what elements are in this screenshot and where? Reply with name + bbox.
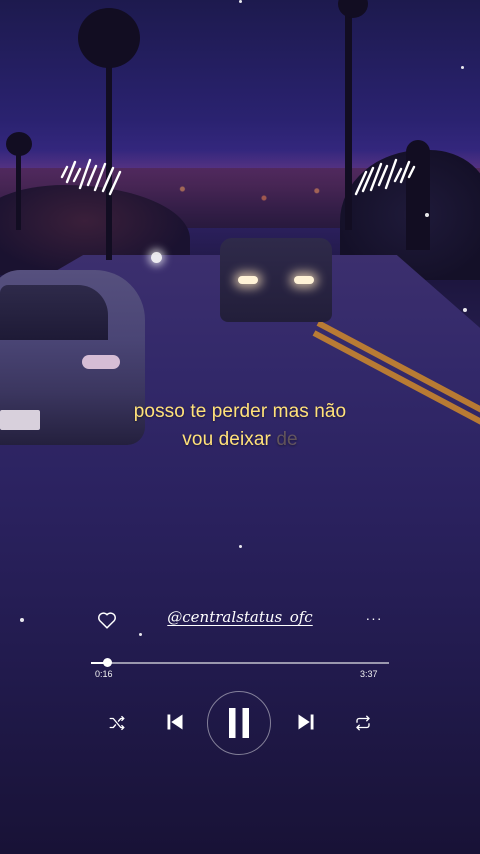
sparkle: [239, 545, 242, 548]
progress-bar[interactable]: [91, 658, 389, 667]
sound-wave-icon: [354, 158, 416, 196]
repeat-button[interactable]: [352, 712, 374, 734]
channel-handle-link[interactable]: @centralstatus_ofc: [0, 608, 480, 626]
oncoming-car: [220, 238, 332, 322]
shuffle-icon: [109, 715, 125, 731]
palm-tree-crown: [338, 0, 368, 18]
car-window: [0, 285, 108, 340]
skip-previous-icon: [167, 714, 183, 730]
car-headlight: [82, 355, 120, 369]
time-elapsed: 0:16: [95, 669, 113, 679]
lyrics-block: posso te perder mas não vou deixar de: [0, 398, 480, 454]
progress-knob[interactable]: [103, 658, 113, 667]
sparkle: [239, 0, 242, 3]
lyric-line-2: vou deixar de: [0, 426, 480, 454]
palm-tree-trunk: [16, 150, 21, 230]
palm-tree-trunk: [345, 0, 352, 230]
palm-tree-crown: [78, 8, 140, 68]
time-total: 3:37: [360, 669, 378, 679]
lyric-sung-text: vou deixar: [182, 429, 271, 450]
previous-button[interactable]: [164, 711, 186, 733]
repeat-icon: [356, 715, 370, 731]
car-headlight: [238, 276, 258, 284]
lyric-line-1: posso te perder mas não: [133, 401, 347, 422]
palm-tree-crown: [6, 132, 32, 156]
car-headlight: [294, 276, 314, 284]
pause-icon: [229, 708, 249, 738]
play-pause-button[interactable]: [207, 691, 271, 755]
sparkle: [425, 213, 429, 217]
sparkle: [461, 66, 464, 69]
sound-wave-icon: [60, 158, 122, 196]
sparkle: [151, 252, 162, 263]
next-button[interactable]: [295, 711, 317, 733]
skip-next-icon: [298, 714, 314, 730]
sparkle: [463, 308, 467, 312]
more-options-icon[interactable]: ···: [364, 608, 384, 628]
shuffle-button[interactable]: [106, 712, 128, 734]
lyric-upcoming-text: de: [276, 429, 298, 450]
sparkle: [139, 633, 142, 636]
